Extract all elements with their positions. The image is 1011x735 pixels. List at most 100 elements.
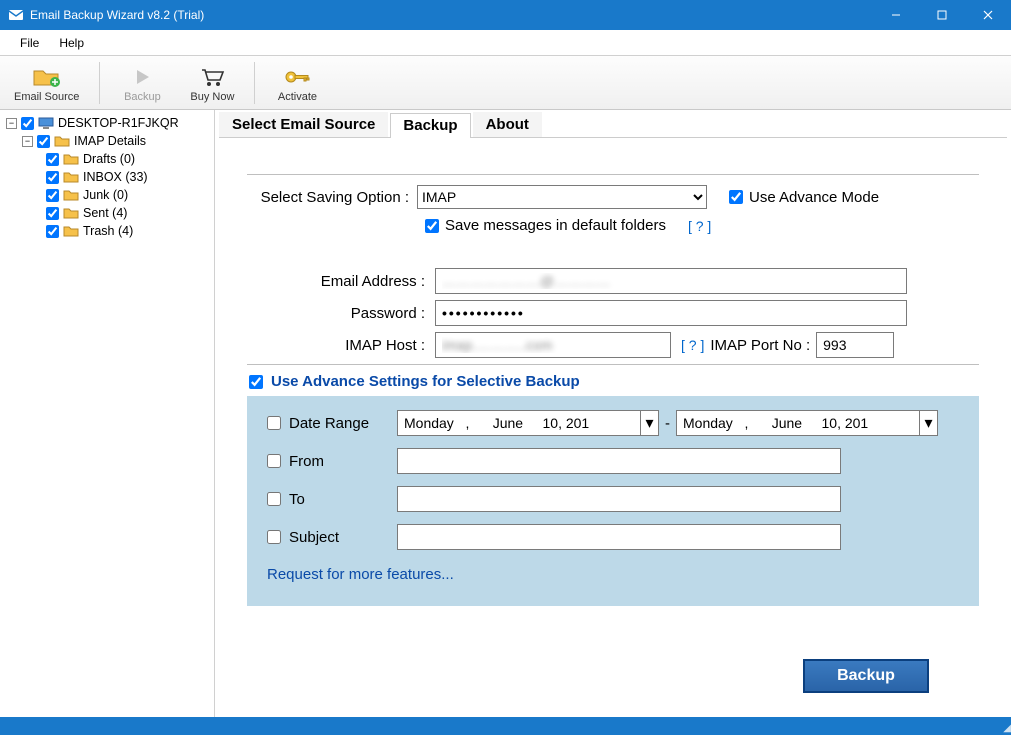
date-range-checkbox[interactable]: Date Range [267,415,397,432]
advance-panel: Date Range ▾ - ▾ From [247,396,979,606]
saving-option-label: Select Saving Option : [247,189,417,206]
imap-port-label: IMAP Port No : [710,337,810,354]
toolbar-activate[interactable]: Activate [269,61,325,105]
cart-icon [199,63,225,91]
toolbar-activate-label: Activate [278,91,317,103]
tree-imap-details[interactable]: − IMAP Details [2,132,212,150]
use-advance-mode-checkbox[interactable]: Use Advance Mode [729,189,879,206]
form-divider [247,174,979,175]
tree-folder-inbox[interactable]: INBOX (33) [2,168,212,186]
tab-backup[interactable]: Backup [390,113,470,138]
email-address-input[interactable] [435,268,907,294]
password-label: Password : [247,305,435,322]
collapse-icon[interactable]: − [22,136,33,147]
chevron-down-icon[interactable]: ▾ [920,410,938,436]
date-range-from-input[interactable] [397,410,641,436]
date-range-label: Date Range [289,415,369,432]
tab-strip: Select Email Source Backup About [219,112,1007,138]
from-label: From [289,453,324,470]
folder-icon [63,170,79,184]
to-label: To [289,491,305,508]
subject-checkbox[interactable]: Subject [267,529,397,546]
app-icon [8,7,24,23]
folder-icon [63,188,79,202]
from-checkbox[interactable]: From [267,453,397,470]
tree-folder-label: INBOX (33) [83,170,148,184]
tree-folder-label: Junk (0) [83,188,128,202]
tree-folder-label: Trash (4) [83,224,133,238]
advance-settings-checkbox[interactable] [249,375,263,389]
imap-host-input[interactable] [435,332,671,358]
tab-about[interactable]: About [473,112,542,137]
content-pane: Select Email Source Backup About Select … [215,110,1011,717]
chevron-down-icon[interactable]: ▾ [641,410,659,436]
toolbar-backup-label: Backup [124,91,161,103]
from-input[interactable] [397,448,841,474]
folder-icon [54,134,70,148]
imap-port-input[interactable] [816,332,894,358]
advance-settings-label: Use Advance Settings for Selective Backu… [271,373,580,390]
menu-help[interactable]: Help [49,32,94,54]
tree-folder-trash[interactable]: Trash (4) [2,222,212,240]
tree-root-label: DESKTOP-R1FJKQR [58,116,179,130]
imap-host-help-link[interactable]: [ ? ] [681,337,704,353]
tree-imap-label: IMAP Details [74,134,146,148]
subject-input[interactable] [397,524,841,550]
save-default-help-link[interactable]: [ ? ] [688,218,711,234]
tree-imap-checkbox[interactable] [37,135,50,148]
tree-folder-checkbox[interactable] [46,207,59,220]
folder-icon [63,206,79,220]
tree-folder-label: Sent (4) [83,206,127,220]
folder-icon [63,224,79,238]
date-range-to-input[interactable] [676,410,920,436]
use-advance-mode-label: Use Advance Mode [749,189,879,206]
play-icon [131,63,153,91]
to-checkbox[interactable]: To [267,491,397,508]
tree-folder-label: Drafts (0) [83,152,135,166]
backup-button[interactable]: Backup [803,659,929,693]
toolbar-separator [99,62,100,104]
password-input[interactable] [435,300,907,326]
key-icon [282,63,312,91]
subject-label: Subject [289,529,339,546]
tab-select-source[interactable]: Select Email Source [219,112,388,137]
toolbar-buy-now-label: Buy Now [190,91,234,103]
tree-folder-checkbox[interactable] [46,189,59,202]
folder-tree: − DESKTOP-R1FJKQR − IMAP Details Drafts … [0,110,215,717]
toolbar-email-source-label: Email Source [14,91,79,103]
window-title: Email Backup Wizard v8.2 (Trial) [30,8,873,22]
folder-add-icon [32,63,62,91]
minimize-button[interactable] [873,0,919,30]
tree-root[interactable]: − DESKTOP-R1FJKQR [2,114,212,132]
request-features-link[interactable]: Request for more features... [267,566,454,583]
tree-folder-checkbox[interactable] [46,225,59,238]
save-default-label: Save messages in default folders [445,217,666,234]
toolbar-email-source[interactable]: Email Source [8,61,85,105]
tree-folder-drafts[interactable]: Drafts (0) [2,150,212,168]
save-default-checkbox[interactable]: Save messages in default folders [425,217,666,234]
computer-icon [38,116,54,130]
menubar: File Help [0,30,1011,56]
resize-grip-icon[interactable]: ◢ [1003,723,1009,734]
window-titlebar: Email Backup Wizard v8.2 (Trial) [0,0,1011,30]
imap-host-label: IMAP Host : [247,337,435,354]
toolbar: Email Source Backup Buy Now Activate [0,56,1011,110]
date-range-separator: - [665,415,670,432]
toolbar-buy-now[interactable]: Buy Now [184,61,240,105]
saving-option-select[interactable]: IMAP [417,185,707,209]
tree-folder-junk[interactable]: Junk (0) [2,186,212,204]
close-button[interactable] [965,0,1011,30]
tree-folder-checkbox[interactable] [46,153,59,166]
statusbar: ◢ [0,717,1011,735]
tree-folder-sent[interactable]: Sent (4) [2,204,212,222]
folder-icon [63,152,79,166]
toolbar-separator [254,62,255,104]
menu-file[interactable]: File [10,32,49,54]
collapse-icon[interactable]: − [6,118,17,129]
email-address-label: Email Address : [247,273,435,290]
tree-root-checkbox[interactable] [21,117,34,130]
to-input[interactable] [397,486,841,512]
maximize-button[interactable] [919,0,965,30]
tree-folder-checkbox[interactable] [46,171,59,184]
toolbar-backup[interactable]: Backup [114,61,170,105]
